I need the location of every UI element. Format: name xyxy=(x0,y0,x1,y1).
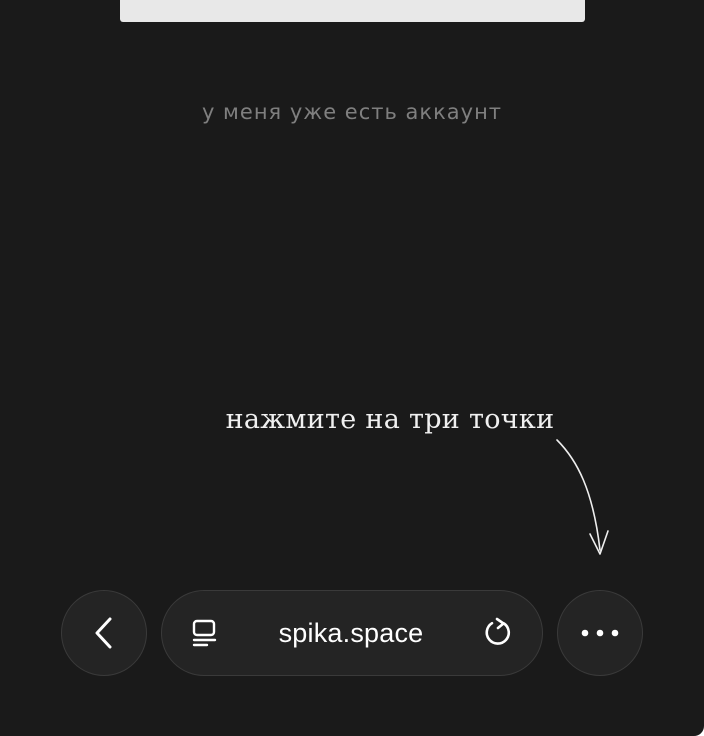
top-panel xyxy=(120,0,585,22)
reload-icon[interactable] xyxy=(482,617,514,649)
url-text[interactable]: spika.space xyxy=(279,618,424,649)
back-button[interactable] xyxy=(61,590,147,676)
address-bar[interactable]: spika.space xyxy=(161,590,543,676)
existing-account-link[interactable]: у меня уже есть аккаунт xyxy=(0,97,704,127)
hand-drawn-arrow-icon xyxy=(556,439,609,555)
hint-text: нажмите на три точки xyxy=(225,404,555,435)
more-dots-icon xyxy=(580,628,620,638)
more-button[interactable] xyxy=(557,590,643,676)
browser-screen: у меня уже есть аккаунт нажмите на три т… xyxy=(0,0,704,736)
chevron-left-icon xyxy=(89,615,119,651)
reader-mode-icon[interactable] xyxy=(190,618,220,648)
